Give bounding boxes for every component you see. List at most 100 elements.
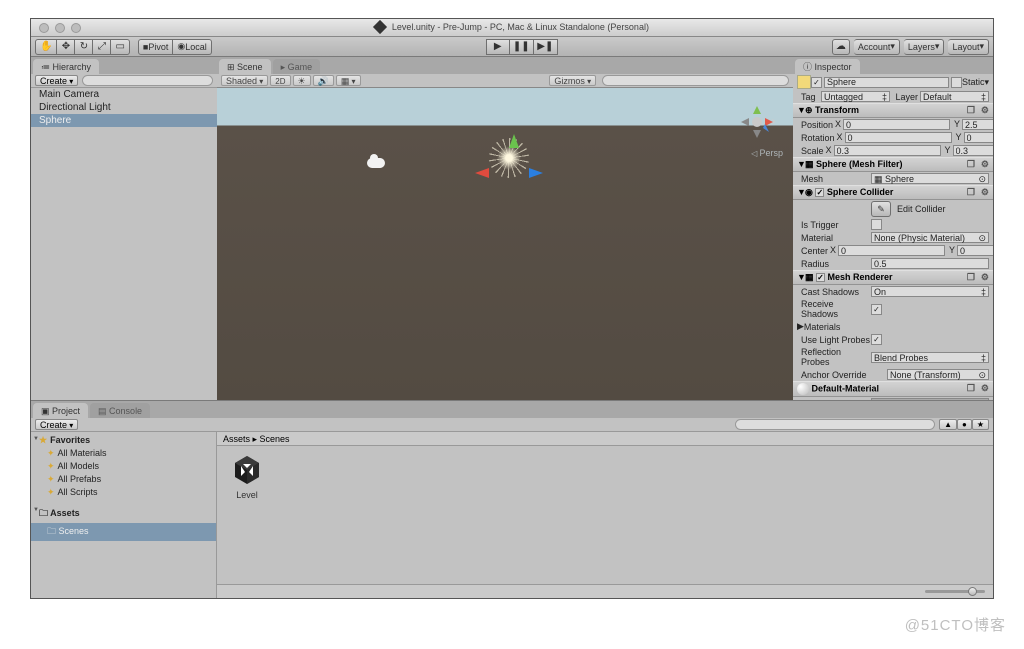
- light-probes-checkbox[interactable]: ✓: [871, 334, 882, 345]
- move-tool-button[interactable]: ✥: [57, 39, 75, 55]
- project-tree: ★Favorites ✦All Materials ✦All Models ✦A…: [31, 432, 217, 598]
- layout-dropdown[interactable]: Layout ▾: [948, 39, 989, 55]
- play-button[interactable]: ▶: [486, 39, 510, 55]
- pivot-button[interactable]: ■ Pivot: [138, 39, 173, 55]
- help-icon[interactable]: ❐: [967, 187, 975, 198]
- gameobject-active-checkbox[interactable]: ✓: [811, 77, 822, 88]
- orientation-gizmo[interactable]: x: [739, 104, 775, 140]
- gear-icon[interactable]: ⚙: [981, 159, 989, 170]
- renderer-enable-checkbox[interactable]: ✓: [816, 273, 825, 282]
- tree-item[interactable]: ✦All Prefabs: [31, 473, 216, 486]
- cloud-button[interactable]: ☁: [832, 39, 850, 55]
- rotate-tool-button[interactable]: ↻: [75, 39, 93, 55]
- step-icon: ▶❚: [537, 42, 553, 52]
- gizmos-dropdown[interactable]: Gizmos ▾: [549, 75, 596, 86]
- physic-material-field[interactable]: None (Physic Material)⊙: [871, 232, 989, 243]
- tree-item[interactable]: ✦All Scripts: [31, 486, 216, 499]
- unity-scene-icon: [231, 454, 263, 486]
- mode-2d-button[interactable]: 2D: [270, 75, 290, 86]
- radius-input[interactable]: [871, 258, 989, 269]
- scl-x-input[interactable]: [834, 145, 941, 156]
- renderer-header[interactable]: ▼▦ ✓ Mesh Renderer❐⚙: [793, 270, 993, 285]
- hierarchy-search-input[interactable]: [82, 75, 213, 86]
- hierarchy-item[interactable]: Main Camera: [31, 88, 217, 101]
- rot-x-input[interactable]: [845, 132, 952, 143]
- static-checkbox[interactable]: [951, 77, 962, 88]
- mesh-field[interactable]: ▦ Sphere⊙: [871, 173, 989, 184]
- collider-header[interactable]: ▼◉ ✓ Sphere Collider❐⚙: [793, 185, 993, 200]
- hierarchy-create-button[interactable]: Create ▾: [35, 75, 78, 86]
- transform-header[interactable]: ▼⊕ Transform❐⚙: [793, 103, 993, 118]
- hierarchy-item[interactable]: Directional Light: [31, 101, 217, 114]
- material-header[interactable]: Default-Material❐⚙: [793, 381, 993, 397]
- project-create-button[interactable]: Create ▾: [35, 419, 78, 430]
- center-x-input[interactable]: [838, 245, 945, 256]
- tab-scene[interactable]: ⊞ Scene: [219, 59, 271, 74]
- shading-mode-dropdown[interactable]: Shaded ▾: [221, 75, 268, 86]
- tag-dropdown[interactable]: Untagged ‡: [821, 91, 890, 102]
- scale-tool-button[interactable]: ⤢: [93, 39, 111, 55]
- app-window: Level.unity - Pre-Jump - PC, Mac & Linux…: [30, 18, 994, 599]
- gear-icon[interactable]: ⚙: [981, 383, 989, 394]
- project-search-input[interactable]: [735, 419, 935, 430]
- tree-item-selected[interactable]: 🗀 Scenes: [31, 523, 216, 541]
- materials-foldout[interactable]: Materials: [804, 322, 841, 332]
- hand-tool-button[interactable]: ✋: [35, 39, 57, 55]
- filter-button-3[interactable]: ★: [972, 419, 989, 430]
- step-button[interactable]: ▶❚: [534, 39, 558, 55]
- tab-inspector[interactable]: ⓘ Inspector: [795, 59, 860, 74]
- filter-button-2[interactable]: ●: [957, 419, 972, 430]
- scene-fx-button[interactable]: ▦ ▾: [336, 75, 361, 86]
- tree-item[interactable]: ✦All Models: [31, 460, 216, 473]
- local-button[interactable]: ◉ Local: [173, 39, 211, 55]
- rot-y-input[interactable]: [964, 132, 993, 143]
- gear-icon[interactable]: ⚙: [981, 272, 989, 283]
- tab-hierarchy[interactable]: ≔ Hierarchy: [33, 59, 99, 74]
- layer-dropdown[interactable]: Default ‡: [920, 91, 989, 102]
- center-y-input[interactable]: [957, 245, 993, 256]
- scene-audio-button[interactable]: 🔊: [313, 75, 334, 86]
- pos-y-input[interactable]: [962, 119, 993, 130]
- scene-asset[interactable]: Level: [225, 454, 269, 500]
- help-icon[interactable]: ❐: [967, 159, 975, 170]
- edit-collider-button[interactable]: ✎: [871, 201, 891, 217]
- collider-enable-checkbox[interactable]: ✓: [815, 188, 824, 197]
- scene-lighting-button[interactable]: ☀: [293, 75, 311, 86]
- gameobject-name-input[interactable]: [824, 77, 949, 88]
- tree-item[interactable]: ✦All Materials: [31, 447, 216, 460]
- filter-button-1[interactable]: ▲: [939, 419, 957, 430]
- scene-viewport[interactable]: ◁ Persp x: [217, 88, 793, 400]
- layers-dropdown[interactable]: Layers ▾: [904, 39, 945, 55]
- projection-label[interactable]: ◁ Persp: [751, 148, 783, 158]
- cloud-icon: ☁: [836, 42, 846, 52]
- scene-search-input[interactable]: [602, 75, 789, 86]
- is-trigger-checkbox[interactable]: [871, 219, 882, 230]
- anchor-field[interactable]: None (Transform)⊙: [887, 369, 989, 380]
- assets-grid[interactable]: Level: [217, 446, 993, 584]
- gear-icon[interactable]: ⚙: [981, 187, 989, 198]
- cast-shadows-dropdown[interactable]: On‡: [871, 286, 989, 297]
- receive-shadows-checkbox[interactable]: ✓: [871, 304, 882, 315]
- favorites-header[interactable]: ★Favorites: [31, 434, 216, 447]
- tab-console[interactable]: ▤ Console: [90, 403, 150, 418]
- assets-header[interactable]: 🗀 Assets: [31, 505, 216, 523]
- thumbnail-size-slider[interactable]: [925, 590, 985, 593]
- help-icon[interactable]: ❐: [967, 272, 975, 283]
- light-gizmo-icon: [497, 146, 521, 170]
- account-dropdown[interactable]: Account ▾: [854, 39, 900, 55]
- tab-project[interactable]: ▣ Project: [33, 403, 88, 418]
- mesh-filter-header[interactable]: ▼▦ Sphere (Mesh Filter)❐⚙: [793, 157, 993, 172]
- rect-tool-button[interactable]: ▭: [111, 39, 129, 55]
- hierarchy-item-selected[interactable]: Sphere: [31, 114, 217, 127]
- reflection-dropdown[interactable]: Blend Probes‡: [871, 352, 989, 363]
- breadcrumb[interactable]: Assets ▸ Scenes: [217, 432, 993, 446]
- scl-y-input[interactable]: [953, 145, 993, 156]
- tab-game[interactable]: ▸ Game: [273, 59, 321, 74]
- rotate-icon: ↻: [80, 42, 88, 52]
- help-icon[interactable]: ❐: [967, 383, 975, 394]
- gear-icon[interactable]: ⚙: [981, 105, 989, 116]
- pos-x-input[interactable]: [843, 119, 950, 130]
- pivot-controls: ■ Pivot ◉ Local: [138, 39, 212, 55]
- pause-button[interactable]: ❚❚: [510, 39, 534, 55]
- help-icon[interactable]: ❐: [967, 105, 975, 116]
